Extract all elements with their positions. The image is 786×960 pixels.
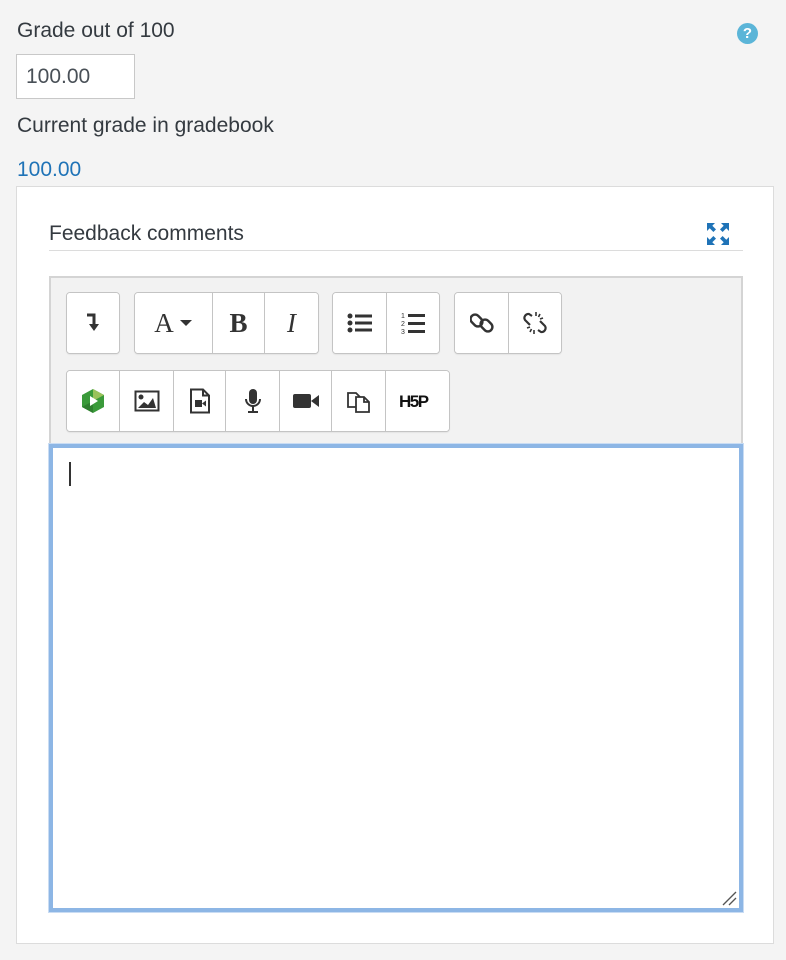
resize-grip-icon[interactable]: [721, 890, 737, 906]
ordered-list-button[interactable]: 1 2 3: [387, 293, 439, 353]
files-icon: [346, 392, 370, 413]
media-plugin-button[interactable]: [67, 371, 120, 431]
current-grade-label: Current grade in gradebook: [17, 114, 274, 137]
toolbar-group-links: [454, 292, 562, 354]
link-icon: [469, 313, 494, 333]
bold-button[interactable]: B: [213, 293, 265, 353]
help-icon[interactable]: ?: [737, 23, 758, 44]
record-audio-button[interactable]: [226, 371, 280, 431]
svg-text:H5P: H5P: [399, 392, 429, 411]
toolbar-group-insert: H5P: [66, 370, 450, 432]
toolbar-group-collapse: [66, 292, 120, 354]
text-caret: [69, 462, 71, 486]
link-button[interactable]: [455, 293, 509, 353]
image-button[interactable]: [120, 371, 174, 431]
caret-down-icon: [179, 320, 192, 326]
video-camera-icon: [292, 394, 319, 408]
font-style-icon: A: [154, 307, 174, 338]
bold-icon: B: [229, 307, 248, 338]
unlink-button[interactable]: [509, 293, 561, 353]
current-grade-link[interactable]: 100.00: [17, 158, 81, 182]
svg-text:1: 1: [401, 313, 405, 320]
level-down-icon: [87, 313, 99, 331]
italic-button[interactable]: I: [265, 293, 318, 353]
feedback-panel: Feedback comments A B I 1 2 3 H5P: [16, 186, 774, 944]
microphone-icon: [244, 389, 261, 413]
feedback-editor-content[interactable]: [49, 444, 743, 912]
unordered-list-icon: [347, 313, 372, 333]
toolbar-group-style: A B I: [134, 292, 319, 354]
unlink-icon: [523, 312, 547, 334]
font-style-button[interactable]: A: [135, 293, 213, 353]
toolbar-group-lists: 1 2 3: [332, 292, 440, 354]
grade-label: Grade out of 100: [17, 19, 175, 42]
manage-files-button[interactable]: [332, 371, 386, 431]
unordered-list-button[interactable]: [333, 293, 387, 353]
title-divider: [49, 250, 743, 251]
feedback-comments-label: Feedback comments: [49, 222, 244, 245]
italic-icon: I: [287, 307, 296, 338]
h5p-icon: H5P: [399, 392, 430, 411]
svg-text:2: 2: [401, 321, 405, 328]
ordered-list-icon: 1 2 3: [401, 313, 425, 335]
record-video-button[interactable]: [280, 371, 332, 431]
image-icon: [134, 390, 159, 412]
media-plugin-icon: [82, 389, 104, 413]
h5p-button[interactable]: H5P: [386, 371, 449, 431]
fullscreen-expand-icon[interactable]: [706, 222, 730, 246]
media-button[interactable]: [174, 371, 226, 431]
svg-text:3: 3: [401, 329, 405, 335]
show-more-buttons[interactable]: [67, 293, 119, 353]
atto-editor: A B I 1 2 3 H5P: [49, 276, 743, 912]
editor-toolbar: A B I 1 2 3 H5P: [49, 276, 743, 446]
grade-input[interactable]: [16, 54, 135, 99]
file-video-icon: [189, 388, 210, 414]
